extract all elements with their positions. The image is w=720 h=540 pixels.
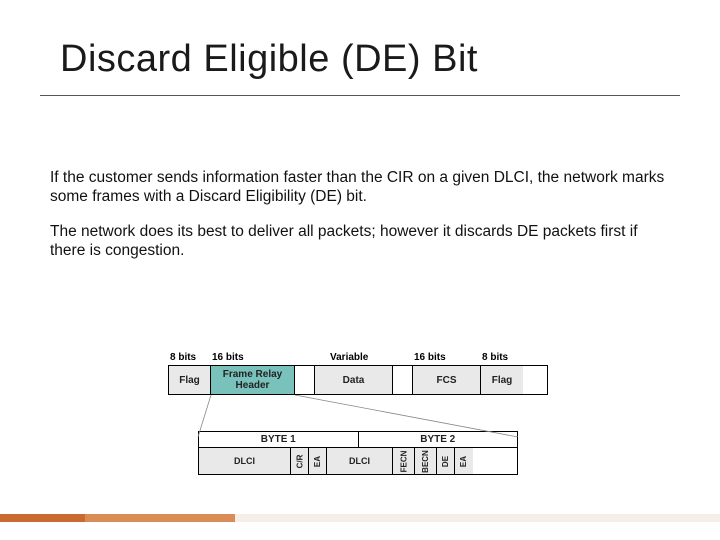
cell-gap-left	[295, 366, 315, 394]
frame-relay-diagram: 8 bits 16 bits Variable 16 bits 8 bits F…	[168, 352, 548, 475]
slide-title: Discard Eligible (DE) Bit	[60, 38, 478, 81]
field-cr: C/R	[291, 448, 309, 474]
field-becn: BECN	[415, 448, 437, 474]
cell-fcs: FCS	[413, 366, 481, 394]
field-ea2: EA	[455, 448, 473, 474]
field-ea1: EA	[309, 448, 327, 474]
cell-header: Frame Relay Header	[211, 366, 295, 394]
title-underline	[40, 95, 680, 96]
width-header: 16 bits	[210, 352, 294, 363]
byte2-label: BYTE 2	[359, 432, 518, 447]
footer-accent-bar	[0, 514, 720, 522]
paragraph-2: The network does its best to deliver all…	[50, 222, 670, 261]
frame-structure-row: Flag Frame Relay Header Data FCS Flag	[168, 365, 548, 395]
header-byte-labels: BYTE 1 BYTE 2	[198, 431, 518, 447]
field-de: DE	[437, 448, 455, 474]
footer-seg-light	[235, 514, 720, 522]
cell-flag2: Flag	[481, 366, 523, 394]
width-flag1: 8 bits	[168, 352, 210, 363]
width-flag2: 8 bits	[480, 352, 522, 363]
width-fcs: 16 bits	[412, 352, 480, 363]
field-dlci1: DLCI	[199, 448, 291, 474]
frame-width-labels: 8 bits 16 bits Variable 16 bits 8 bits	[168, 352, 548, 363]
paragraph-1: If the customer sends information faster…	[50, 168, 670, 207]
cell-flag1: Flag	[169, 366, 211, 394]
field-fecn: FECN	[393, 448, 415, 474]
field-dlci2: DLCI	[327, 448, 393, 474]
footer-seg-dark	[0, 514, 85, 522]
byte1-label: BYTE 1	[199, 432, 359, 447]
cell-gap-right	[393, 366, 413, 394]
width-spacer-l	[294, 352, 328, 363]
header-fields-row: DLCI C/R EA DLCI FECN BECN DE EA	[198, 447, 518, 475]
cell-data: Data	[315, 366, 393, 394]
width-data: Variable	[328, 352, 412, 363]
footer-seg-mid	[85, 514, 235, 522]
